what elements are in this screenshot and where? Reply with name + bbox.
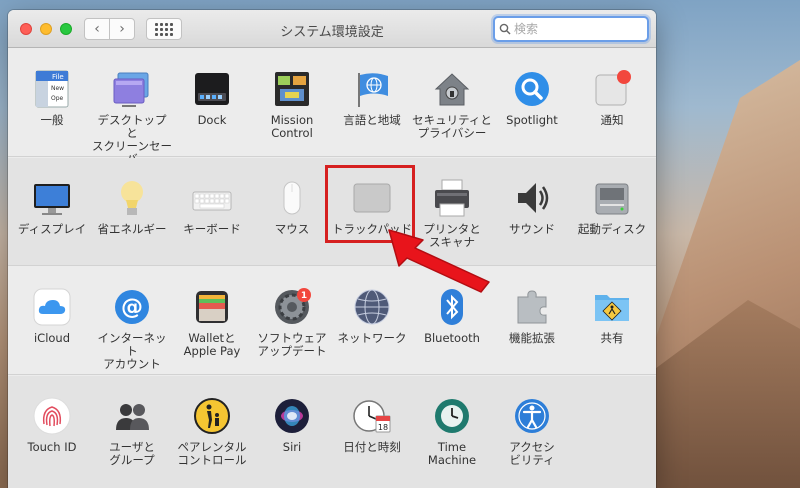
energy-saver-bulb-icon — [112, 178, 152, 218]
security-house-icon — [432, 69, 472, 109]
pane-label: インターネット アカウント — [97, 331, 167, 371]
parental-controls-icon — [192, 396, 232, 436]
display-icon — [32, 178, 72, 218]
printer-icon — [432, 178, 472, 218]
pane-security-privacy[interactable]: セキュリティと プライバシー — [412, 69, 492, 140]
pane-label: 省エネルギー — [97, 222, 167, 236]
pane-general[interactable]: File New Ope 一般 — [12, 69, 92, 127]
pane-label: サウンド — [509, 222, 555, 236]
pane-label: Mission Control — [270, 113, 314, 140]
desktop-screensaver-icon — [112, 69, 152, 109]
language-region-icon — [352, 69, 392, 109]
pane-label: ペアレンタル コントロール — [177, 440, 247, 467]
pane-spotlight[interactable]: Spotlight — [492, 69, 572, 127]
pane-icloud[interactable]: iCloud — [12, 287, 92, 345]
siri-icon — [272, 396, 312, 436]
pane-label: 起動ディスク — [577, 222, 647, 236]
pane-parental-controls[interactable]: ペアレンタル コントロール — [172, 396, 252, 467]
accessibility-icon — [512, 396, 552, 436]
pane-label: iCloud — [33, 331, 71, 345]
pane-label: ディスプレイ — [17, 222, 87, 236]
wallet-icon — [192, 287, 232, 327]
pane-label: Walletと Apple Pay — [183, 331, 241, 358]
pane-mouse[interactable]: マウス — [252, 178, 332, 236]
pane-sound[interactable]: サウンド — [492, 178, 572, 236]
system-preferences-window: ‹ › システム環境設定 File New — [8, 10, 656, 488]
fingerprint-icon — [32, 396, 72, 436]
time-machine-icon — [432, 396, 472, 436]
pane-wallet-applepay[interactable]: Walletと Apple Pay — [172, 287, 252, 358]
date-time-clock-icon: 18 — [352, 396, 392, 436]
pane-label: ユーザと グループ — [109, 440, 155, 467]
pane-notifications[interactable]: 通知 — [572, 69, 652, 127]
search-field[interactable] — [493, 16, 649, 42]
search-icon — [499, 23, 511, 35]
update-count-badge: 1 — [301, 291, 307, 301]
pane-extensions[interactable]: 機能拡張 — [492, 287, 572, 345]
startup-disk-icon — [592, 178, 632, 218]
pane-dock[interactable]: Dock — [172, 69, 252, 127]
pane-language-region[interactable]: 言語と地域 — [332, 69, 412, 127]
pane-mission-control[interactable]: Mission Control — [252, 69, 332, 140]
pane-desktop-screensaver[interactable]: デスクトップと スクリーンセーバ — [92, 69, 172, 166]
pointer-arrow-icon — [388, 229, 490, 293]
pane-label: 日付と時刻 — [343, 440, 401, 454]
title-bar: ‹ › システム環境設定 — [8, 10, 656, 48]
pane-time-machine[interactable]: Time Machine — [412, 396, 492, 467]
pane-internet-accounts[interactable]: @ インターネット アカウント — [92, 287, 172, 371]
pane-label: 機能拡張 — [509, 331, 555, 345]
pane-software-update[interactable]: 1 ソフトウェア アップデート — [252, 287, 332, 358]
pane-label: Touch ID — [27, 440, 77, 454]
dock-icon — [192, 69, 232, 109]
pane-startup-disk[interactable]: 起動ディスク — [572, 178, 652, 236]
pane-label: セキュリティと プライバシー — [412, 113, 492, 140]
pane-siri[interactable]: Siri — [252, 396, 332, 454]
pane-label: Time Machine — [427, 440, 477, 467]
keyboard-icon — [192, 178, 232, 218]
general-icon: File New Ope — [32, 69, 72, 109]
svg-text:New: New — [51, 85, 64, 92]
pane-label: 共有 — [600, 331, 624, 345]
pane-accessibility[interactable]: アクセシ ビリティ — [492, 396, 572, 467]
icloud-icon — [32, 287, 72, 327]
pane-energy-saver[interactable]: 省エネルギー — [92, 178, 172, 236]
pane-label: アクセシ ビリティ — [509, 440, 555, 467]
pane-label: Siri — [282, 440, 302, 454]
personal-section: File New Ope 一般 デスクトップと スクリーンセーバ — [8, 49, 656, 166]
pane-label: ネットワーク — [337, 331, 407, 345]
pane-displays[interactable]: ディスプレイ — [12, 178, 92, 236]
calendar-day: 18 — [378, 423, 388, 432]
users-groups-icon — [112, 396, 152, 436]
speaker-icon — [512, 178, 552, 218]
svg-text:Ope: Ope — [51, 95, 64, 102]
pane-label: ソフトウェア アップデート — [257, 331, 327, 358]
pane-label: Dock — [197, 113, 227, 127]
notifications-icon — [592, 69, 632, 109]
search-input[interactable] — [514, 22, 644, 36]
pane-label: Bluetooth — [424, 331, 480, 345]
pane-label: 通知 — [600, 113, 624, 127]
mouse-icon — [272, 178, 312, 218]
svg-text:@: @ — [121, 295, 143, 320]
pane-keyboard[interactable]: キーボード — [172, 178, 252, 236]
system-section: Touch ID ユーザと グループ ペアレンタル コントロール Siri 18… — [8, 376, 656, 488]
pane-label: Spotlight — [506, 113, 558, 127]
mission-control-icon — [272, 69, 312, 109]
internet-accounts-at-icon: @ — [112, 287, 152, 327]
pane-date-time[interactable]: 18 日付と時刻 — [332, 396, 412, 454]
internet-section: iCloud @ インターネット アカウント Walletと Apple Pay… — [8, 267, 656, 375]
extensions-puzzle-icon — [512, 287, 552, 327]
pane-label: 一般 — [40, 113, 64, 127]
spotlight-icon — [512, 69, 552, 109]
pane-users-groups[interactable]: ユーザと グループ — [92, 396, 172, 467]
pane-label: 言語と地域 — [343, 113, 401, 127]
pane-label: キーボード — [183, 222, 241, 236]
pane-touch-id[interactable]: Touch ID — [12, 396, 92, 454]
sharing-folder-icon — [592, 287, 632, 327]
svg-text:File: File — [52, 73, 64, 81]
pane-label: マウス — [274, 222, 310, 236]
pane-sharing[interactable]: 共有 — [572, 287, 652, 345]
software-update-gear-icon: 1 — [272, 287, 312, 327]
